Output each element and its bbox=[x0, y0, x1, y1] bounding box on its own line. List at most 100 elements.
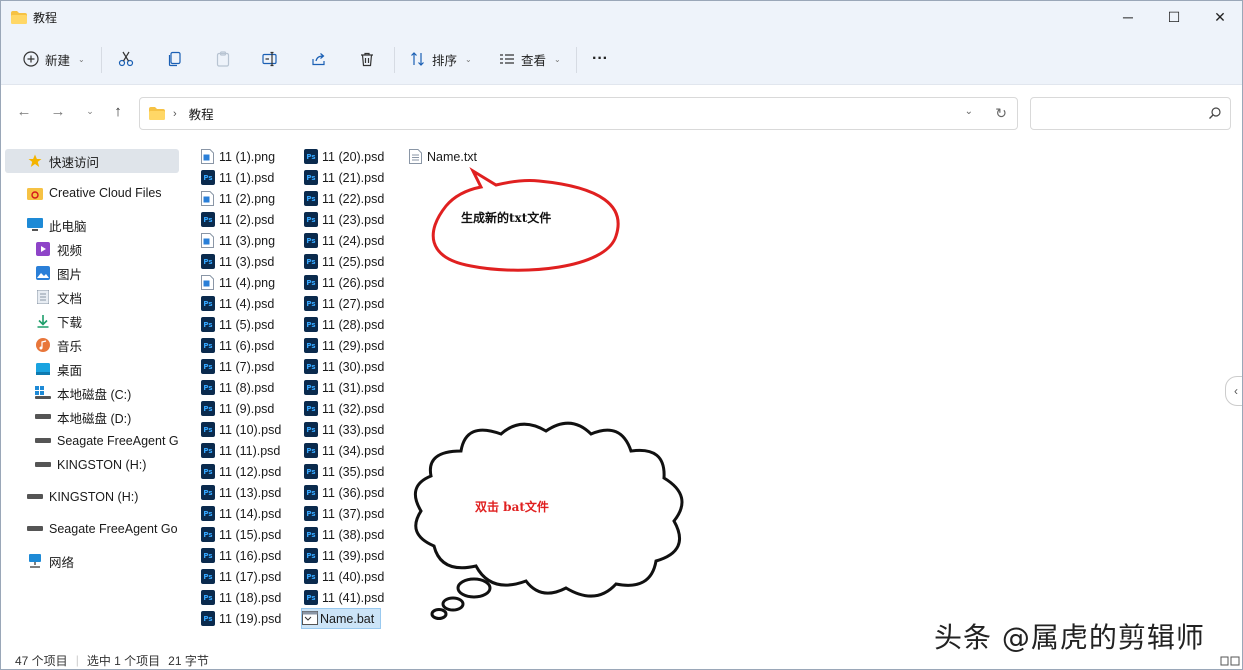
file-item[interactable]: Ps 11 (22).psd bbox=[304, 188, 384, 209]
nav-downloads[interactable]: 下载 bbox=[35, 309, 82, 333]
file-item[interactable]: Ps 11 (3).psd bbox=[201, 251, 274, 272]
nav-creative-cloud[interactable]: Creative Cloud Files bbox=[27, 181, 162, 205]
up-arrow-icon[interactable]: ↑ bbox=[103, 86, 133, 136]
more-options-button[interactable]: ··· bbox=[592, 33, 608, 85]
nav-documents[interactable]: 文档 bbox=[35, 285, 82, 309]
file-item[interactable]: 11 (4).png bbox=[201, 272, 275, 293]
nav-desktop[interactable]: 桌面 bbox=[35, 357, 82, 381]
file-item[interactable]: Ps 11 (1).psd bbox=[201, 167, 274, 188]
address-bar[interactable]: › 教程 ⌄ ↻ bbox=[139, 97, 1018, 130]
nav-quick-access[interactable]: 快速访问 bbox=[5, 149, 179, 173]
nav-kingston-sub[interactable]: KINGSTON (H:) bbox=[35, 453, 146, 477]
file-item[interactable]: Ps 11 (5).psd bbox=[201, 314, 274, 335]
file-item[interactable]: 11 (1).png bbox=[201, 146, 275, 167]
file-item[interactable]: Ps 11 (19).psd bbox=[201, 608, 281, 629]
file-item[interactable]: Ps 11 (39).psd bbox=[304, 545, 384, 566]
file-item[interactable]: Ps 11 (24).psd bbox=[304, 230, 384, 251]
monitor-icon bbox=[27, 217, 43, 233]
file-item[interactable]: Ps 11 (26).psd bbox=[304, 272, 384, 293]
file-item[interactable]: Ps 11 (37).psd bbox=[304, 503, 384, 524]
nav-disk-c[interactable]: 本地磁盘 (C:) bbox=[35, 381, 131, 405]
file-item[interactable]: Ps 11 (14).psd bbox=[201, 503, 281, 524]
file-item[interactable]: Ps 11 (18).psd bbox=[201, 587, 281, 608]
file-item[interactable]: Ps 11 (23).psd bbox=[304, 209, 384, 230]
new-button[interactable]: 新建 ⌄ bbox=[23, 33, 85, 85]
file-item[interactable]: 11 (3).png bbox=[201, 230, 275, 251]
nav-disk-d[interactable]: 本地磁盘 (D:) bbox=[35, 405, 131, 429]
photoshop-file-icon: Ps bbox=[201, 611, 215, 626]
view-toggle-icons[interactable] bbox=[1220, 655, 1240, 667]
file-item[interactable]: Ps 11 (4).psd bbox=[201, 293, 274, 314]
file-item[interactable]: Name.bat bbox=[301, 608, 382, 629]
file-name: 11 (29).psd bbox=[322, 338, 385, 353]
details-pane-toggle[interactable]: ‹ bbox=[1225, 376, 1242, 406]
search-box[interactable] bbox=[1030, 97, 1231, 130]
file-item[interactable]: Ps 11 (32).psd bbox=[304, 398, 384, 419]
minimize-button[interactable]: ─ bbox=[1105, 1, 1151, 33]
search-input[interactable] bbox=[1039, 104, 1199, 124]
copy-button[interactable] bbox=[167, 33, 183, 85]
file-item[interactable]: Ps 11 (6).psd bbox=[201, 335, 274, 356]
toolbar-divider bbox=[576, 47, 577, 73]
nav-videos[interactable]: 视频 bbox=[35, 237, 82, 261]
cut-button[interactable] bbox=[118, 33, 134, 85]
file-item[interactable]: Ps 11 (7).psd bbox=[201, 356, 274, 377]
back-arrow-icon[interactable]: ← bbox=[9, 86, 39, 136]
refresh-icon[interactable]: ↻ bbox=[995, 105, 1007, 122]
nav-network[interactable]: 网络 bbox=[27, 549, 74, 573]
address-dropdown-icon[interactable]: ⌄ bbox=[965, 106, 973, 117]
photoshop-file-icon: Ps bbox=[201, 317, 215, 332]
view-button[interactable]: 查看 ⌄ bbox=[499, 33, 561, 85]
file-item[interactable]: Ps 11 (27).psd bbox=[304, 293, 384, 314]
file-item[interactable]: Ps 11 (31).psd bbox=[304, 377, 384, 398]
photoshop-file-icon: Ps bbox=[304, 443, 318, 458]
file-item[interactable]: Ps 11 (11).psd bbox=[201, 440, 280, 461]
file-item[interactable]: Ps 11 (33).psd bbox=[304, 419, 384, 440]
file-item[interactable]: Ps 11 (16).psd bbox=[201, 545, 281, 566]
file-item[interactable]: Ps 11 (17).psd bbox=[201, 566, 281, 587]
close-button[interactable]: ✕ bbox=[1197, 1, 1242, 33]
paste-button[interactable] bbox=[215, 33, 231, 85]
nav-kingston[interactable]: KINGSTON (H:) bbox=[27, 485, 138, 509]
breadcrumb-current[interactable]: 教程 bbox=[189, 104, 214, 123]
file-item[interactable]: Ps 11 (25).psd bbox=[304, 251, 384, 272]
nav-music[interactable]: 音乐 bbox=[35, 333, 82, 357]
file-item[interactable]: Ps 11 (38).psd bbox=[304, 524, 384, 545]
file-item[interactable]: Ps 11 (8).psd bbox=[201, 377, 274, 398]
file-item[interactable]: Ps 11 (2).psd bbox=[201, 209, 274, 230]
file-item[interactable]: Ps 11 (40).psd bbox=[304, 566, 384, 587]
nav-this-pc[interactable]: 此电脑 bbox=[27, 213, 87, 237]
file-item[interactable]: Ps 11 (20).psd bbox=[304, 146, 384, 167]
file-item[interactable]: Ps 11 (9).psd bbox=[201, 398, 274, 419]
nav-seagate[interactable]: Seagate FreeAgent Go bbox=[27, 517, 178, 541]
file-item[interactable]: Ps 11 (35).psd bbox=[304, 461, 384, 482]
file-item[interactable]: Ps 11 (10).psd bbox=[201, 419, 281, 440]
file-item[interactable]: Ps 11 (30).psd bbox=[304, 356, 384, 377]
file-item[interactable]: Ps 11 (28).psd bbox=[304, 314, 384, 335]
nav-pictures[interactable]: 图片 bbox=[35, 261, 82, 285]
file-explorer-window: 教程 ─ ☐ ✕ 新建 ⌄ 排序 ⌄ 查看 ⌄ ··· ← → ⌄ ↑ › 教程… bbox=[0, 0, 1243, 670]
file-item[interactable]: Ps 11 (34).psd bbox=[304, 440, 384, 461]
file-item[interactable]: Ps 11 (36).psd bbox=[304, 482, 384, 503]
maximize-button[interactable]: ☐ bbox=[1151, 1, 1197, 33]
delete-button[interactable] bbox=[359, 33, 375, 85]
photoshop-file-icon: Ps bbox=[201, 569, 215, 584]
sort-button[interactable]: 排序 ⌄ bbox=[410, 33, 472, 85]
recent-locations-chevron-icon[interactable]: ⌄ bbox=[75, 86, 105, 136]
forward-arrow-icon[interactable]: → bbox=[43, 86, 73, 136]
rename-button[interactable] bbox=[262, 33, 278, 85]
share-button[interactable] bbox=[311, 33, 327, 85]
file-name: 11 (20).psd bbox=[322, 149, 385, 164]
file-item[interactable]: Ps 11 (29).psd bbox=[304, 335, 384, 356]
file-name: 11 (2).png bbox=[219, 191, 276, 206]
photoshop-file-icon: Ps bbox=[304, 149, 318, 164]
file-item[interactable]: Ps 11 (13).psd bbox=[201, 482, 281, 503]
file-item[interactable]: 11 (2).png bbox=[201, 188, 275, 209]
file-item[interactable]: Ps 11 (12).psd bbox=[201, 461, 281, 482]
nav-seagate-sub[interactable]: Seagate FreeAgent G bbox=[35, 429, 179, 453]
file-item[interactable]: Ps 11 (15).psd bbox=[201, 524, 281, 545]
file-name: 11 (2).psd bbox=[219, 212, 275, 227]
file-item[interactable]: Ps 11 (41).psd bbox=[304, 587, 384, 608]
file-item[interactable]: Ps 11 (21).psd bbox=[304, 167, 384, 188]
breadcrumb-chevron-icon[interactable]: › bbox=[173, 108, 177, 120]
